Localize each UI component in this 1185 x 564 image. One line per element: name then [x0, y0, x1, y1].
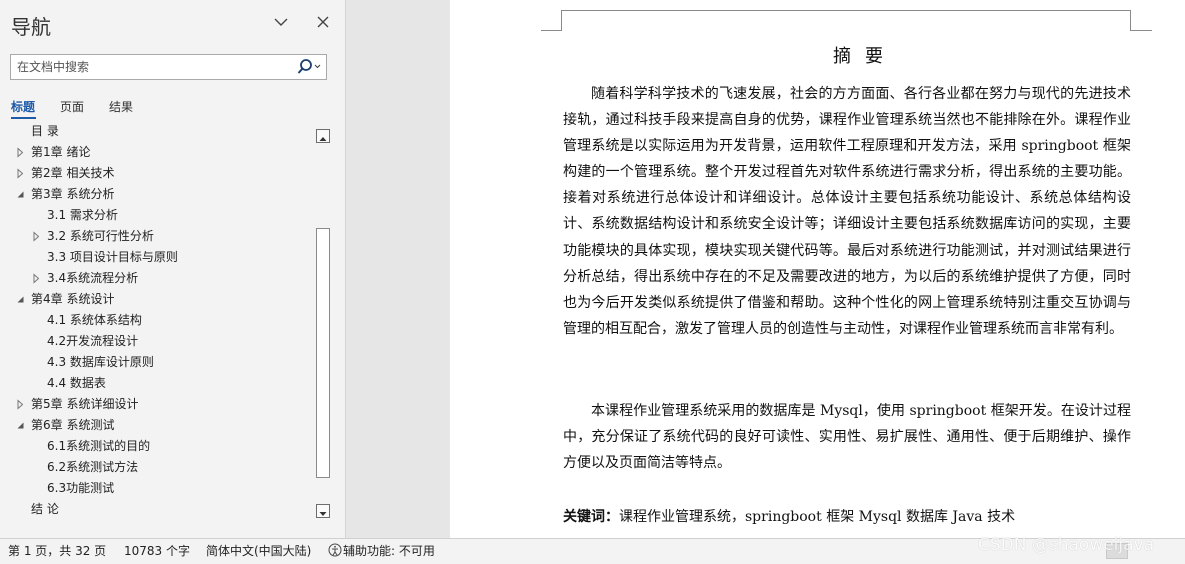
nav-heading-label: 3.4系统流程分析: [47, 271, 139, 285]
search-input[interactable]: [11, 55, 291, 79]
expand-triangle-icon[interactable]: [32, 226, 44, 247]
nav-heading-label: 6.3功能测试: [47, 481, 115, 495]
nav-heading-label: 3.1 需求分析: [47, 208, 118, 222]
abstract-paragraph-1: 随着科学科学技术的飞速发展，社会的方方面面、各行各业都在努力与现代的先进技术接轨…: [563, 86, 1131, 337]
language-indicator[interactable]: 简体中文(中国大陆): [206, 540, 311, 562]
navigation-pane: 导航 标题 页面 结果 目 录第1章 绪论第2章 相关技术第3章 系统分析 3.1…: [0, 0, 346, 538]
nav-heading-label: 第1章 绪论: [31, 145, 91, 159]
nav-heading-item[interactable]: 6.2系统测试方法: [0, 457, 312, 478]
nav-heading-item[interactable]: 4.1 系统体系结构: [0, 310, 312, 331]
nav-heading-label: 第4章 系统设计: [31, 292, 115, 306]
nav-heading-item[interactable]: 4.2开发流程设计: [0, 331, 312, 352]
search-icon: [297, 59, 321, 74]
nav-heading-item[interactable]: 4.4 数据表: [0, 373, 312, 394]
triangle-down-icon: [319, 512, 327, 516]
nav-heading-label: 第5章 系统详细设计: [31, 397, 139, 411]
nav-heading-label: 6.1系统测试的目的: [47, 439, 151, 453]
document-page[interactable]: 摘要 随着科学科学技术的飞速发展，社会的方方面面、各行各业都在努力与现代的先进技…: [450, 0, 1185, 538]
page-count[interactable]: 第 1 页，共 32 页: [8, 540, 106, 562]
scroll-thumb[interactable]: [316, 228, 330, 478]
triangle-up-icon: [319, 137, 327, 141]
chevron-down-icon: [274, 18, 288, 26]
word-count[interactable]: 10783 个字: [124, 540, 190, 562]
nav-heading-item[interactable]: 6.1系统测试的目的: [0, 436, 312, 457]
active-tab-indicator: [11, 117, 36, 119]
nav-scrollbar[interactable]: [315, 128, 331, 520]
nav-heading-label: 第6章 系统测试: [31, 418, 115, 432]
nav-heading-label: 4.3 数据库设计原则: [47, 355, 154, 369]
tab-results[interactable]: 结果: [109, 98, 133, 115]
nav-heading-label: 第3章 系统分析: [31, 187, 115, 201]
nav-heading-label: 3.2 系统可行性分析: [47, 229, 154, 243]
crop-mark: [561, 10, 562, 30]
expand-triangle-icon[interactable]: [16, 394, 28, 415]
nav-heading-item[interactable]: 3.1 需求分析: [0, 205, 312, 226]
nav-heading-label: 4.2开发流程设计: [47, 334, 139, 348]
nav-heading-label: 3.3 项目设计目标与原则: [47, 250, 178, 264]
page-top-guide: [561, 10, 1131, 11]
nav-heading-item[interactable]: 第4章 系统设计: [0, 289, 312, 310]
nav-heading-item[interactable]: 3.4系统流程分析: [0, 268, 312, 289]
collapse-triangle-icon[interactable]: [16, 184, 28, 205]
nav-heading-item[interactable]: 结 论: [0, 499, 312, 520]
accessibility-icon: [328, 543, 342, 557]
search-button[interactable]: [294, 57, 324, 77]
heading-tree: 目 录第1章 绪论第2章 相关技术 第3章 系统分析 3.1 需求分析 3.2 系统可…: [0, 121, 315, 523]
expand-triangle-icon[interactable]: [32, 268, 44, 289]
nav-heading-item[interactable]: 3.3 项目设计目标与原则: [0, 247, 312, 268]
keywords-text: 课程作业管理系统，springboot 框架 Mysql 数据库 Java 技术: [619, 509, 1016, 525]
keywords-label: 关键词：: [563, 509, 619, 525]
accessibility-status[interactable]: 辅助功能: 不可用: [327, 540, 435, 562]
search-box: [10, 54, 327, 80]
tab-headings[interactable]: 标题: [11, 98, 35, 115]
crop-mark: [541, 30, 562, 31]
close-icon: [317, 16, 329, 28]
tab-pages[interactable]: 页面: [60, 98, 84, 115]
expand-triangle-icon[interactable]: [16, 163, 28, 184]
scroll-down-button[interactable]: [316, 504, 330, 518]
expand-triangle-icon[interactable]: [16, 142, 28, 163]
nav-heading-item[interactable]: 第3章 系统分析: [0, 184, 312, 205]
accessibility-label: 辅助功能: 不可用: [343, 544, 435, 558]
scroll-up-button[interactable]: [316, 129, 330, 143]
document-area: 摘要 随着科学科学技术的飞速发展，社会的方方面面、各行各业都在努力与现代的先进技…: [347, 0, 1185, 538]
nav-heading-label: 4.1 系统体系结构: [47, 313, 142, 327]
csdn-watermark: CSDN @shaoweijava: [978, 535, 1155, 555]
collapse-triangle-icon[interactable]: [16, 289, 28, 310]
nav-heading-label: 结 论: [31, 502, 59, 516]
nav-heading-item[interactable]: 第2章 相关技术: [0, 163, 312, 184]
nav-heading-item[interactable]: 第6章 系统测试: [0, 415, 312, 436]
abstract-paragraph-2: 本课程作业管理系统采用的数据库是 Mysql，使用 springboot 框架开…: [563, 403, 1131, 472]
keywords-line: 关键词：课程作业管理系统，springboot 框架 Mysql 数据库 Jav…: [563, 506, 1015, 526]
nav-title: 导航: [11, 15, 51, 39]
nav-heading-item[interactable]: 6.3功能测试: [0, 478, 312, 499]
nav-heading-label: 6.2系统测试方法: [47, 460, 139, 474]
nav-heading-item[interactable]: 第1章 绪论: [0, 142, 312, 163]
nav-options-button[interactable]: [271, 12, 291, 32]
abstract-heading: 摘要: [833, 46, 897, 67]
nav-heading-label: 目 录: [31, 124, 59, 138]
nav-heading-item[interactable]: 3.2 系统可行性分析: [0, 226, 312, 247]
collapse-triangle-icon[interactable]: [16, 415, 28, 436]
nav-heading-item[interactable]: 4.3 数据库设计原则: [0, 352, 312, 373]
nav-heading-label: 第2章 相关技术: [31, 166, 115, 180]
nav-heading-item[interactable]: 第5章 系统详细设计: [0, 394, 312, 415]
nav-close-button[interactable]: [313, 12, 333, 32]
crop-mark: [1130, 30, 1152, 31]
crop-mark: [1130, 10, 1131, 30]
nav-heading-label: 4.4 数据表: [47, 376, 106, 390]
nav-heading-item[interactable]: 目 录: [0, 121, 312, 142]
